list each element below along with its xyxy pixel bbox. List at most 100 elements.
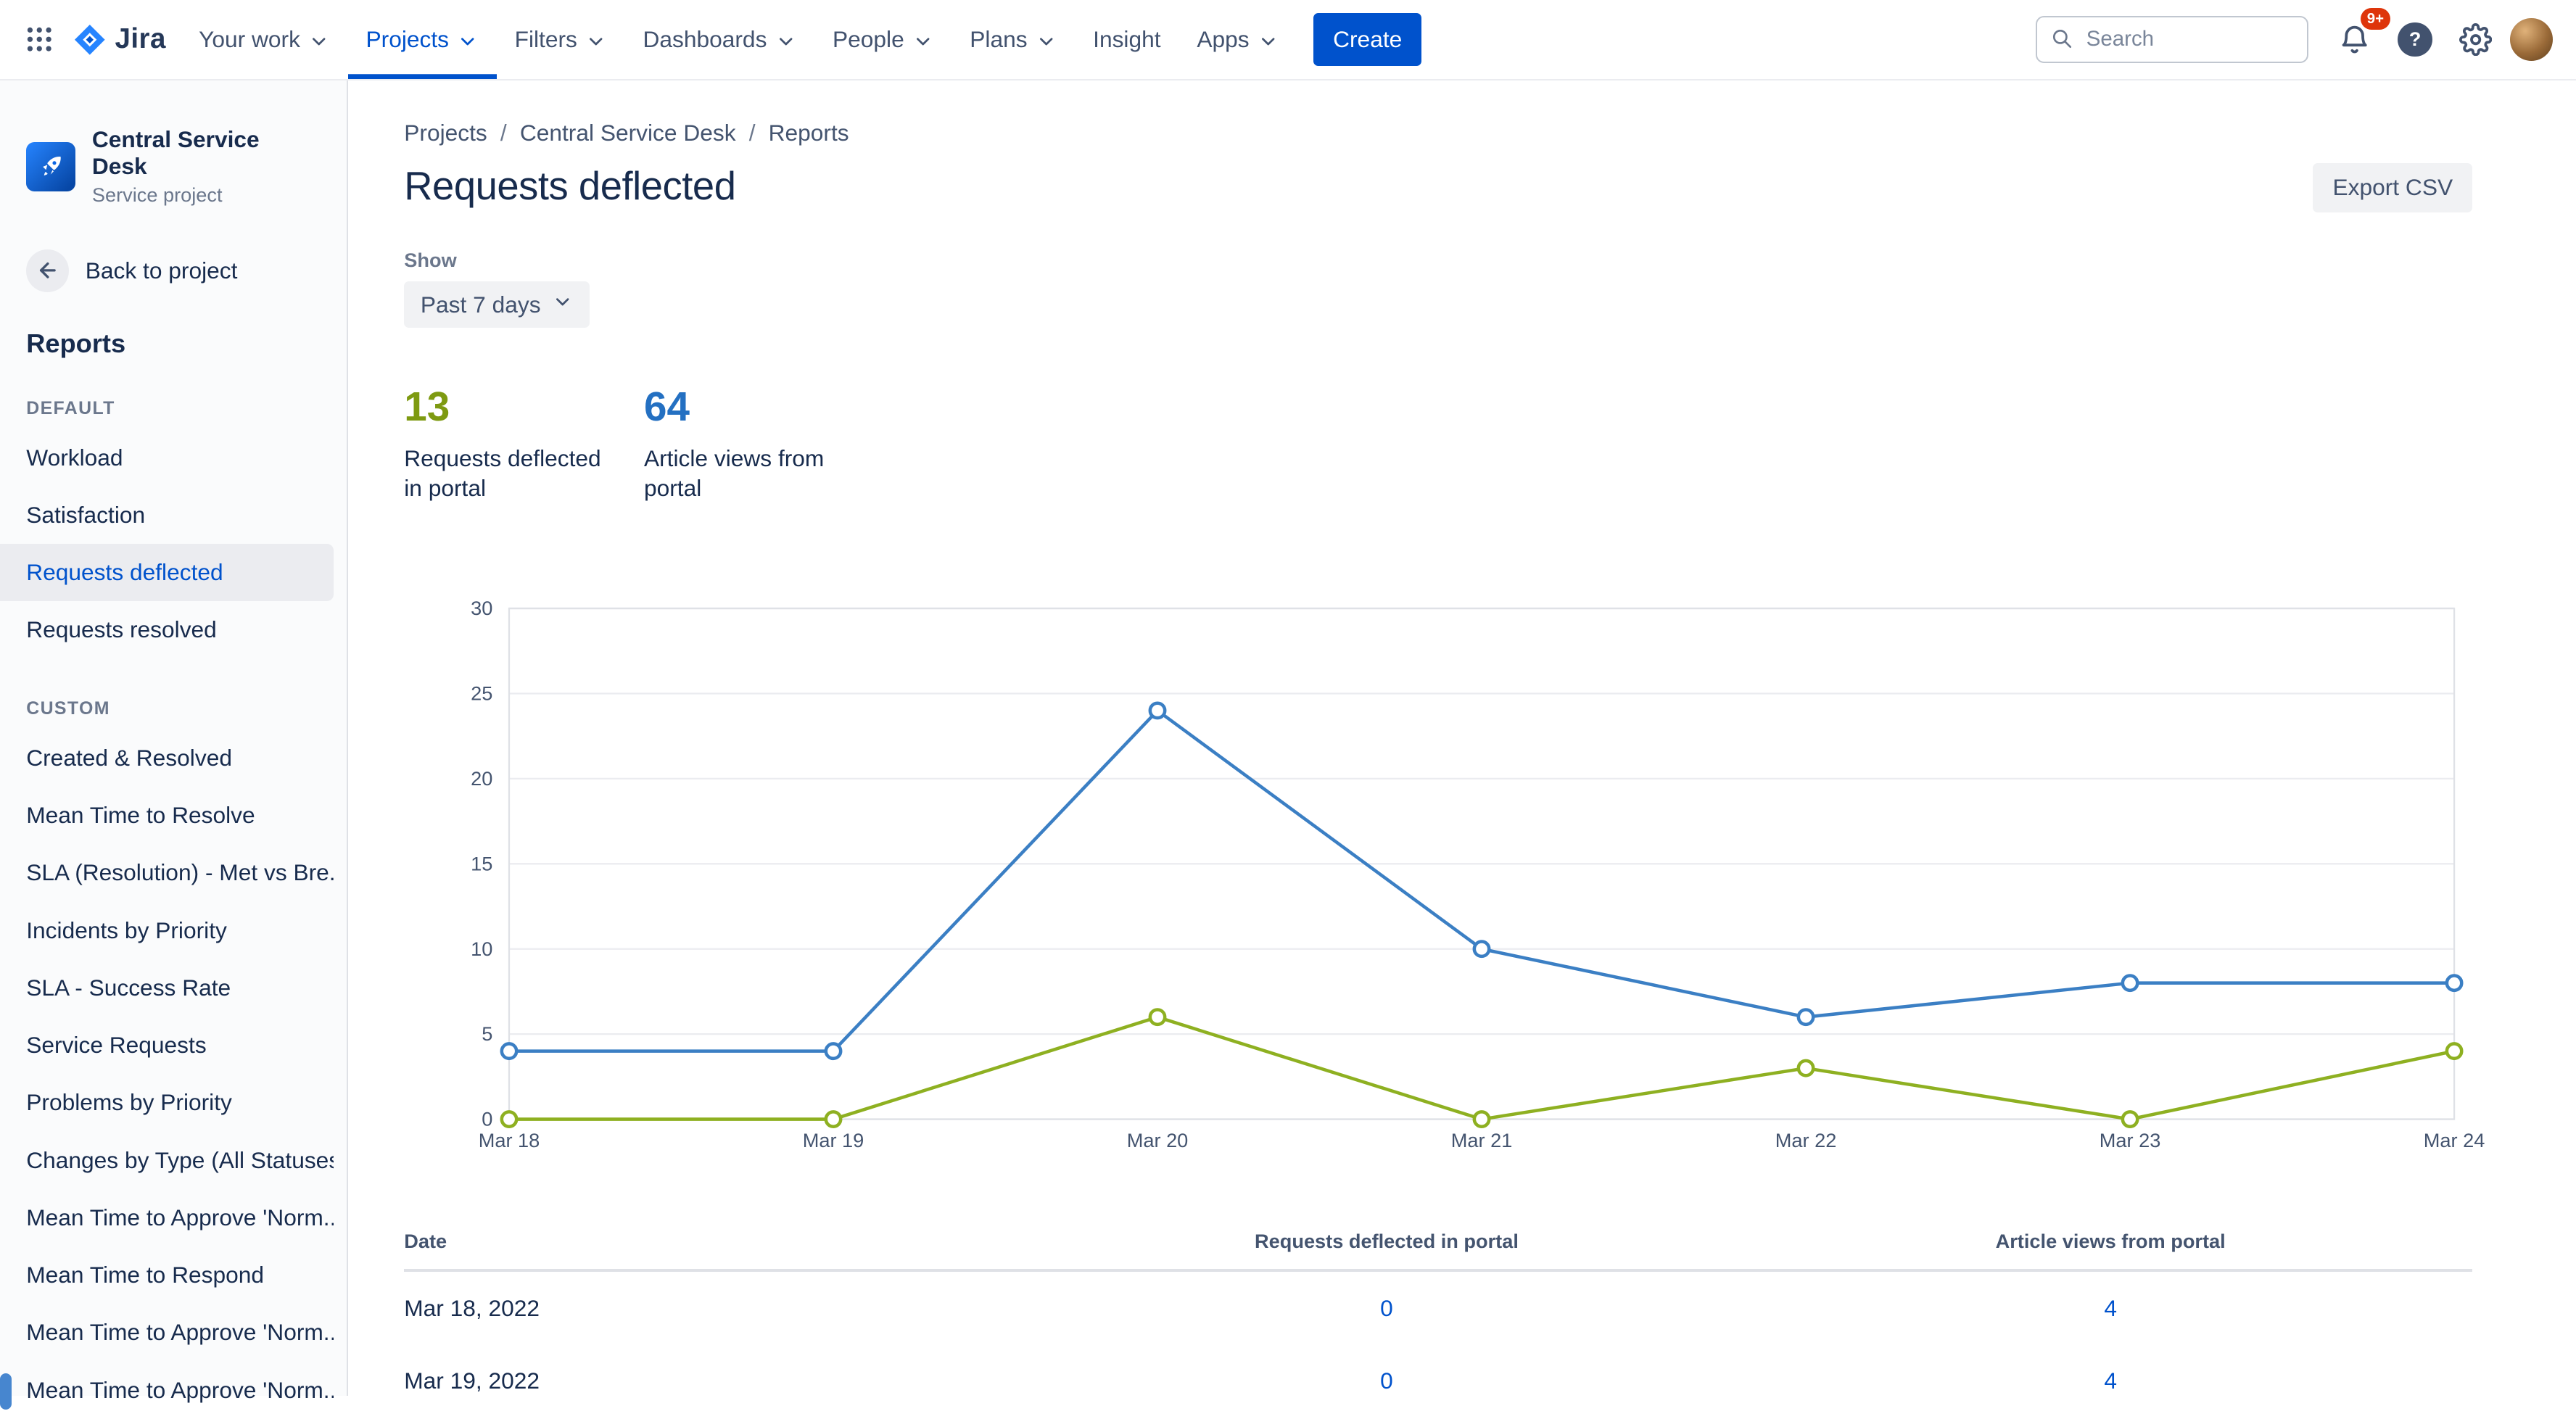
top-navbar: Jira Your work Projects Filters Dashboar… (0, 0, 2576, 80)
sidebar-item-requests-deflected[interactable]: Requests deflected (0, 544, 334, 602)
sidebar-item-created-resolved[interactable]: Created & Resolved (0, 729, 334, 787)
svg-text:Mar 21: Mar 21 (1451, 1129, 1513, 1151)
sidebar-item-workload[interactable]: Workload (0, 429, 334, 486)
chevron-down-icon (1258, 30, 1279, 51)
sidebar-item-sla-success-rate[interactable]: SLA - Success Rate (0, 959, 334, 1017)
app-switcher-button[interactable] (13, 13, 65, 65)
nav-your-work[interactable]: Your work (181, 0, 347, 79)
report-content: Projects / Central Service Desk / Report… (348, 80, 2576, 1397)
requests-deflected-line-chart: 0 5 10 15 20 25 30 Mar 18 Mar 19 Mar 20 Mar 21 Mar … (471, 597, 2485, 1151)
deflected-count-link[interactable]: 0 (1380, 1368, 1393, 1394)
summary-stats: 13 Requests deflected in portal 64 Artic… (404, 384, 2472, 504)
svg-text:15: 15 (471, 853, 492, 875)
svg-text:30: 30 (471, 597, 492, 619)
breadcrumb-separator: / (748, 120, 756, 146)
show-label: Show (404, 248, 457, 271)
breadcrumb-reports[interactable]: Reports (769, 120, 849, 146)
sidebar-item-mean-time-approve-1[interactable]: Mean Time to Approve 'Norm... (0, 1189, 334, 1246)
column-header-deflected: Requests deflected in portal (1024, 1229, 1749, 1273)
jira-logo[interactable]: Jira (66, 22, 181, 57)
nav-dashboards[interactable]: Dashboards (625, 0, 815, 79)
notifications-badge: 9+ (2360, 8, 2391, 30)
sidebar-item-service-requests[interactable]: Service Requests (0, 1017, 334, 1074)
jira-logo-text: Jira (115, 23, 166, 55)
svg-text:Mar 19: Mar 19 (803, 1129, 864, 1151)
nav-projects[interactable]: Projects (348, 0, 497, 79)
sidebar-group-default-items: Workload Satisfaction Requests deflected… (0, 429, 347, 658)
breadcrumb-project-name[interactable]: Central Service Desk (520, 120, 736, 146)
notifications-button[interactable]: 9+ (2328, 8, 2391, 65)
nav-insight[interactable]: Insight (1075, 0, 1178, 79)
row-date: Mar 19, 2022 (404, 1368, 540, 1394)
deflected-count-link[interactable]: 0 (1380, 1295, 1393, 1321)
svg-text:Mar 20: Mar 20 (1127, 1129, 1189, 1151)
column-header-views: Article views from portal (1749, 1229, 2473, 1273)
stat-requests-deflected: 13 Requests deflected in portal (404, 384, 608, 504)
sidebar-item-sla-resolution[interactable]: SLA (Resolution) - Met vs Bre... (0, 844, 334, 901)
user-avatar[interactable] (2510, 18, 2554, 61)
nav-people[interactable]: People (814, 0, 951, 79)
sidebar-item-mean-time-to-respond[interactable]: Mean Time to Respond (0, 1246, 334, 1304)
scrollbar-thumb[interactable] (0, 1373, 12, 1410)
row-date: Mar 18, 2022 (404, 1295, 540, 1322)
svg-text:Mar 23: Mar 23 (2100, 1129, 2161, 1151)
sidebar-group-custom: CUSTOM (26, 698, 110, 719)
help-icon: ? (2398, 22, 2432, 57)
search-input[interactable] (2035, 15, 2308, 64)
sidebar-item-incidents-by-priority[interactable]: Incidents by Priority (0, 901, 334, 959)
svg-text:5: 5 (482, 1023, 492, 1046)
table-row: Mar 19, 2022 0 4 (404, 1345, 2472, 1397)
project-avatar (26, 141, 76, 191)
svg-text:Mar 24: Mar 24 (2424, 1129, 2485, 1151)
nav-plans[interactable]: Plans (951, 0, 1075, 79)
period-select[interactable]: Past 7 days (404, 281, 590, 328)
project-sidebar: Central Service Desk Service project Bac… (0, 80, 349, 1410)
stat-label: Requests deflected in portal (404, 445, 601, 502)
sidebar-item-satisfaction[interactable]: Satisfaction (0, 487, 334, 544)
sidebar-item-mean-time-approve-2[interactable]: Mean Time to Approve 'Norm... (0, 1304, 334, 1361)
sidebar-group-custom-items: Created & Resolved Mean Time to Resolve … (0, 729, 347, 1419)
breadcrumb-projects[interactable]: Projects (404, 120, 487, 146)
stat-label: Article views from portal (643, 445, 825, 502)
sidebar-item-mean-time-to-resolve[interactable]: Mean Time to Resolve (0, 787, 334, 844)
sidebar-group-default: DEFAULT (26, 397, 115, 418)
chevron-down-icon (308, 30, 329, 51)
table-row: Mar 18, 2022 0 4 (404, 1270, 2472, 1344)
chevron-down-icon (585, 30, 606, 51)
report-table: Date Requests deflected in portal Articl… (404, 1229, 2473, 1397)
views-count-link[interactable]: 4 (2104, 1368, 2117, 1394)
chevron-down-icon (775, 30, 796, 51)
svg-text:Mar 22: Mar 22 (1775, 1129, 1837, 1151)
export-csv-button[interactable]: Export CSV (2313, 162, 2473, 212)
breadcrumb: Projects / Central Service Desk / Report… (404, 120, 2472, 146)
stat-article-views: 64 Article views from portal (644, 384, 848, 504)
sidebar-heading-reports: Reports (26, 328, 126, 358)
views-count-link[interactable]: 4 (2104, 1295, 2117, 1321)
chevron-down-icon (552, 291, 573, 318)
sidebar-item-problems-by-priority[interactable]: Problems by Priority (0, 1074, 334, 1131)
create-button[interactable]: Create (1313, 13, 1422, 66)
svg-text:10: 10 (471, 938, 492, 960)
help-button[interactable]: ? (2389, 13, 2441, 65)
sidebar-item-mean-time-approve-3[interactable]: Mean Time to Approve 'Norm... (0, 1362, 334, 1419)
chevron-down-icon (457, 30, 478, 51)
page-title: Requests deflected (404, 163, 736, 208)
stat-value: 13 (404, 384, 450, 430)
back-to-project-button[interactable]: Back to project (0, 249, 264, 292)
primary-nav: Your work Projects Filters Dashboards Pe… (181, 0, 1297, 79)
settings-button[interactable] (2450, 13, 2502, 65)
back-arrow-icon (26, 249, 70, 292)
svg-text:25: 25 (471, 682, 492, 705)
stat-value: 64 (643, 384, 690, 430)
svg-text:20: 20 (471, 767, 492, 790)
breadcrumb-separator: / (500, 120, 507, 146)
chevron-down-icon (912, 30, 933, 51)
sidebar-item-changes-by-type[interactable]: Changes by Type (All Statuses) (0, 1132, 334, 1189)
column-header-date: Date (404, 1229, 1025, 1273)
sidebar-item-requests-resolved[interactable]: Requests resolved (0, 601, 334, 658)
project-type: Service project (91, 183, 223, 206)
app-switcher-icon (27, 28, 51, 51)
nav-apps[interactable]: Apps (1178, 0, 1297, 79)
nav-filters[interactable]: Filters (497, 0, 625, 79)
project-name: Central Service Desk (91, 126, 260, 180)
